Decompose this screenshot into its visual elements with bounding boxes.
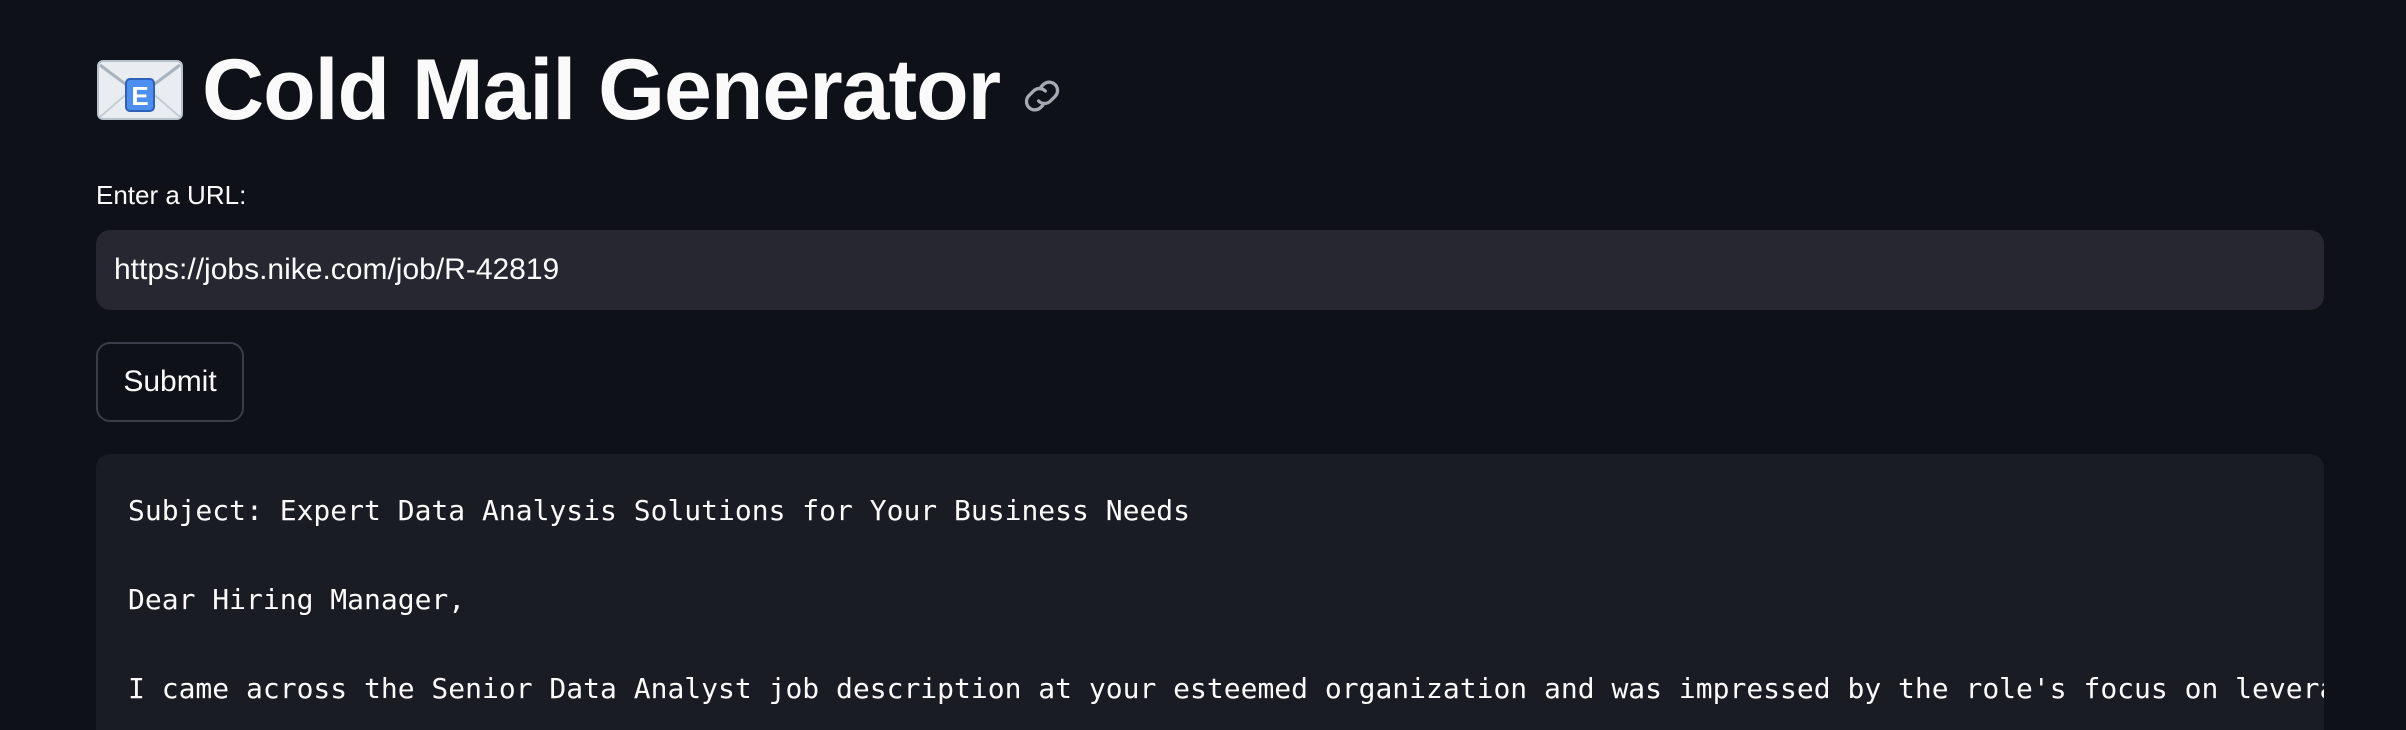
- email-greeting-line: Dear Hiring Manager,: [128, 583, 466, 616]
- link-icon[interactable]: [1022, 76, 1062, 116]
- email-body-line: I came across the Senior Data Analyst jo…: [128, 672, 2324, 705]
- submit-button[interactable]: Submit: [96, 342, 244, 422]
- url-label: Enter a URL:: [96, 180, 247, 210]
- app-page: E Cold Mail Generator Enter a URL: Submi…: [0, 0, 2406, 730]
- svg-text:E: E: [131, 81, 148, 111]
- page-title: Cold Mail Generator: [202, 42, 1001, 138]
- envelope-icon: E: [96, 57, 184, 123]
- url-input[interactable]: [96, 230, 2324, 310]
- email-subject-line: Subject: Expert Data Analysis Solutions …: [128, 494, 1191, 527]
- generated-email-output: Subject: Expert Data Analysis Solutions …: [96, 454, 2324, 730]
- title-row: E Cold Mail Generator: [96, 42, 1062, 138]
